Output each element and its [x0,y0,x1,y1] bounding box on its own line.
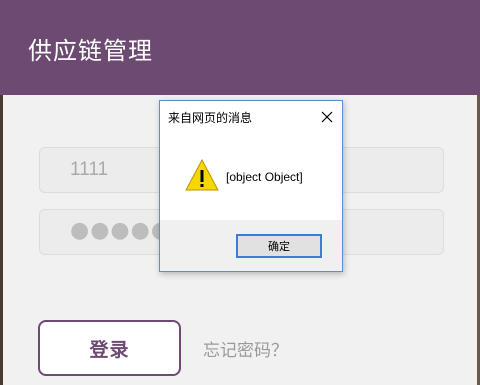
ok-button[interactable]: 确定 [236,234,322,258]
login-page: 供应链管理 1111 ●●●●● 登录 忘记密码？ 来自网页的消息 [objec… [0,0,480,385]
ok-button-label: 确定 [268,240,290,253]
login-button-label: 登录 [89,338,130,361]
alert-dialog: 来自网页的消息 [object Object] 确定 [159,100,343,272]
warning-icon [185,158,219,191]
close-icon[interactable] [320,109,334,123]
forgot-password-link[interactable]: 忘记密码？ [203,336,288,361]
dialog-footer: 确定 [160,220,342,271]
dialog-titlebar: 来自网页的消息 [160,101,342,131]
dialog-title: 来自网页的消息 [168,111,253,125]
dialog-body: [object Object] [160,131,342,220]
login-button[interactable]: 登录 [38,320,181,376]
password-value: ●●●●● [70,218,171,243]
app-header: 供应链管理 [0,0,480,95]
background-edge-left [0,95,3,385]
username-value: 1111 [70,159,109,180]
app-title: 供应链管理 [28,37,153,65]
dialog-message: [object Object] [226,170,303,184]
